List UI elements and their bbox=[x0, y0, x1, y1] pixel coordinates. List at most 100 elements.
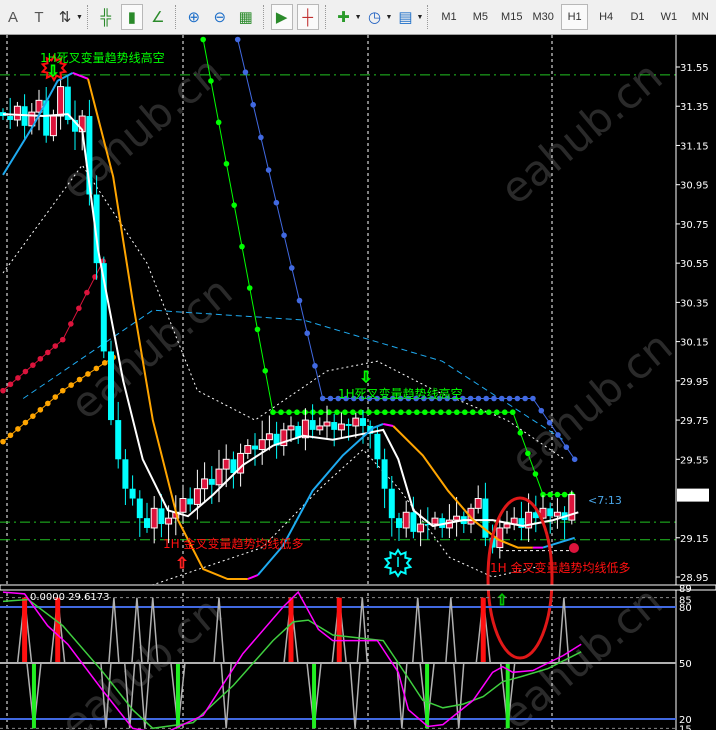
bullish-candle[interactable] bbox=[496, 527, 504, 549]
bullish-candle[interactable] bbox=[568, 494, 576, 521]
bearish-candle[interactable] bbox=[388, 488, 395, 519]
bullish-candle[interactable] bbox=[323, 421, 331, 427]
red-stop-dot bbox=[37, 355, 44, 362]
bearish-candle[interactable] bbox=[360, 418, 366, 426]
bullish-candle[interactable] bbox=[337, 423, 345, 431]
red-stop-dot bbox=[45, 349, 51, 356]
bullish-candle[interactable] bbox=[179, 498, 187, 513]
dropdown-arrow-icon[interactable]: ▼ bbox=[76, 14, 83, 21]
bearish-candle[interactable] bbox=[331, 422, 338, 430]
line-chart-button[interactable]: ∠ bbox=[147, 4, 169, 30]
templates-button[interactable]: ▤ bbox=[394, 4, 416, 30]
bearish-candle[interactable] bbox=[158, 508, 165, 525]
bullish-candle[interactable] bbox=[193, 488, 201, 505]
subwindow-separator[interactable] bbox=[0, 584, 716, 591]
indicators-button[interactable]: ✚ bbox=[333, 4, 355, 30]
bullish-candle[interactable] bbox=[49, 115, 57, 137]
timeframe-h4-button[interactable]: H4 bbox=[592, 4, 619, 30]
osc-level-label: 15 bbox=[679, 724, 692, 730]
bullish-candle[interactable] bbox=[150, 507, 158, 529]
timeframe-m1-button[interactable]: M1 bbox=[435, 4, 462, 30]
bearish-candle[interactable] bbox=[252, 445, 258, 450]
bullish-candle[interactable] bbox=[215, 468, 223, 486]
bearish-candle[interactable] bbox=[309, 420, 316, 430]
green-stop-dot bbox=[223, 160, 230, 167]
tile-windows-button[interactable]: ▦ bbox=[235, 4, 257, 30]
text-label-button[interactable]: A bbox=[2, 4, 24, 30]
bullish-candle[interactable] bbox=[453, 515, 461, 521]
buy-arrow-icon: ⇧ bbox=[176, 554, 189, 572]
bullish-candle[interactable] bbox=[258, 439, 266, 450]
bearish-candle[interactable] bbox=[381, 459, 388, 489]
blue-stop-dot bbox=[538, 407, 545, 414]
timeframe-d1-button[interactable]: D1 bbox=[624, 4, 651, 30]
bearish-candle[interactable] bbox=[187, 498, 194, 505]
bearish-candle[interactable] bbox=[144, 518, 150, 528]
orange-stop-dot bbox=[30, 413, 36, 419]
chart-shift-icon: ┼ bbox=[302, 8, 313, 26]
bearish-candle[interactable] bbox=[7, 116, 14, 120]
price-tick-label: 31.55 bbox=[680, 63, 709, 74]
dropdown-arrow-icon[interactable]: ▼ bbox=[355, 14, 362, 21]
red-stop-dot bbox=[30, 362, 36, 368]
bullish-candle[interactable] bbox=[417, 523, 425, 533]
bullish-candle[interactable] bbox=[402, 511, 410, 529]
price-tick-label: 30.75 bbox=[680, 220, 709, 231]
bullish-candle[interactable] bbox=[13, 105, 21, 121]
candlestick-button[interactable]: ▮ bbox=[120, 4, 143, 30]
green-stop-dot bbox=[231, 202, 237, 208]
bullish-candle[interactable] bbox=[503, 523, 511, 529]
timeframe-m30-button[interactable]: M30 bbox=[529, 4, 556, 30]
timeframe-m15-button[interactable]: M15 bbox=[498, 4, 525, 30]
bullish-candle[interactable] bbox=[352, 417, 360, 427]
bullish-candle[interactable] bbox=[287, 425, 295, 431]
bearish-candle[interactable] bbox=[108, 351, 114, 421]
bearish-candle[interactable] bbox=[136, 498, 143, 519]
bullish-candle[interactable] bbox=[201, 478, 209, 490]
bearish-candle[interactable] bbox=[230, 459, 237, 474]
bullish-candle[interactable] bbox=[57, 86, 65, 117]
zoom-in-button[interactable]: ⊕ bbox=[183, 4, 205, 30]
osc-green-bar bbox=[31, 663, 36, 729]
bullish-candle[interactable] bbox=[265, 433, 273, 441]
sell-arrow-icon: ⇩ bbox=[360, 368, 373, 386]
bearish-candle[interactable] bbox=[122, 459, 129, 489]
bearish-candle[interactable] bbox=[115, 420, 122, 460]
timeframe-w1-button[interactable]: W1 bbox=[655, 4, 682, 30]
chart-shift-button[interactable]: ┼ bbox=[296, 4, 319, 30]
bearish-candle[interactable] bbox=[396, 518, 402, 528]
bullish-candle[interactable] bbox=[165, 517, 173, 525]
bearish-candle[interactable] bbox=[208, 478, 215, 485]
periods-clock-button[interactable]: ◷ bbox=[364, 4, 386, 30]
dropdown-arrow-icon[interactable]: ▼ bbox=[386, 14, 393, 21]
blue-stop-dot bbox=[555, 432, 561, 438]
price-chart[interactable]: eahub.cn eahub.cneahub.cn eahub.cneahub.cn… bbox=[0, 35, 716, 730]
text-box-button[interactable]: T bbox=[28, 4, 50, 30]
orange-stop-dot bbox=[101, 360, 108, 366]
bearish-candle[interactable] bbox=[345, 423, 352, 426]
timeframe-mn-button[interactable]: MN bbox=[687, 4, 714, 30]
arrows-button[interactable]: ⇅ bbox=[54, 4, 76, 30]
bar-chart-button[interactable]: ╬ bbox=[95, 4, 117, 30]
bearish-candle[interactable] bbox=[547, 508, 554, 517]
timeframe-h1-button[interactable]: H1 bbox=[560, 4, 589, 30]
bullish-candle[interactable] bbox=[431, 517, 439, 525]
zoom-out-icon: ⊖ bbox=[213, 9, 227, 26]
price-tick-label: 31.15 bbox=[680, 141, 709, 152]
periods-clock-icon: ◷ bbox=[367, 9, 382, 26]
bullish-candle[interactable] bbox=[222, 458, 230, 470]
bearish-candle[interactable] bbox=[129, 488, 136, 499]
orange-stop-dot bbox=[15, 426, 21, 432]
bullish-candle[interactable] bbox=[244, 445, 252, 454]
dropdown-arrow-icon[interactable]: ▼ bbox=[416, 14, 423, 21]
bullish-candle[interactable] bbox=[474, 498, 482, 509]
bullish-candle[interactable] bbox=[553, 511, 561, 517]
bearish-candle[interactable] bbox=[410, 512, 417, 532]
tile-windows-icon: ▦ bbox=[238, 9, 253, 26]
price-tick-label: 28.95 bbox=[680, 573, 709, 584]
bullish-candle[interactable] bbox=[316, 425, 324, 431]
zoom-out-button[interactable]: ⊖ bbox=[209, 4, 231, 30]
timeframe-m5-button[interactable]: M5 bbox=[467, 4, 494, 30]
autoscroll-button[interactable]: ▶ bbox=[270, 4, 293, 30]
bearish-candle[interactable] bbox=[374, 433, 381, 460]
